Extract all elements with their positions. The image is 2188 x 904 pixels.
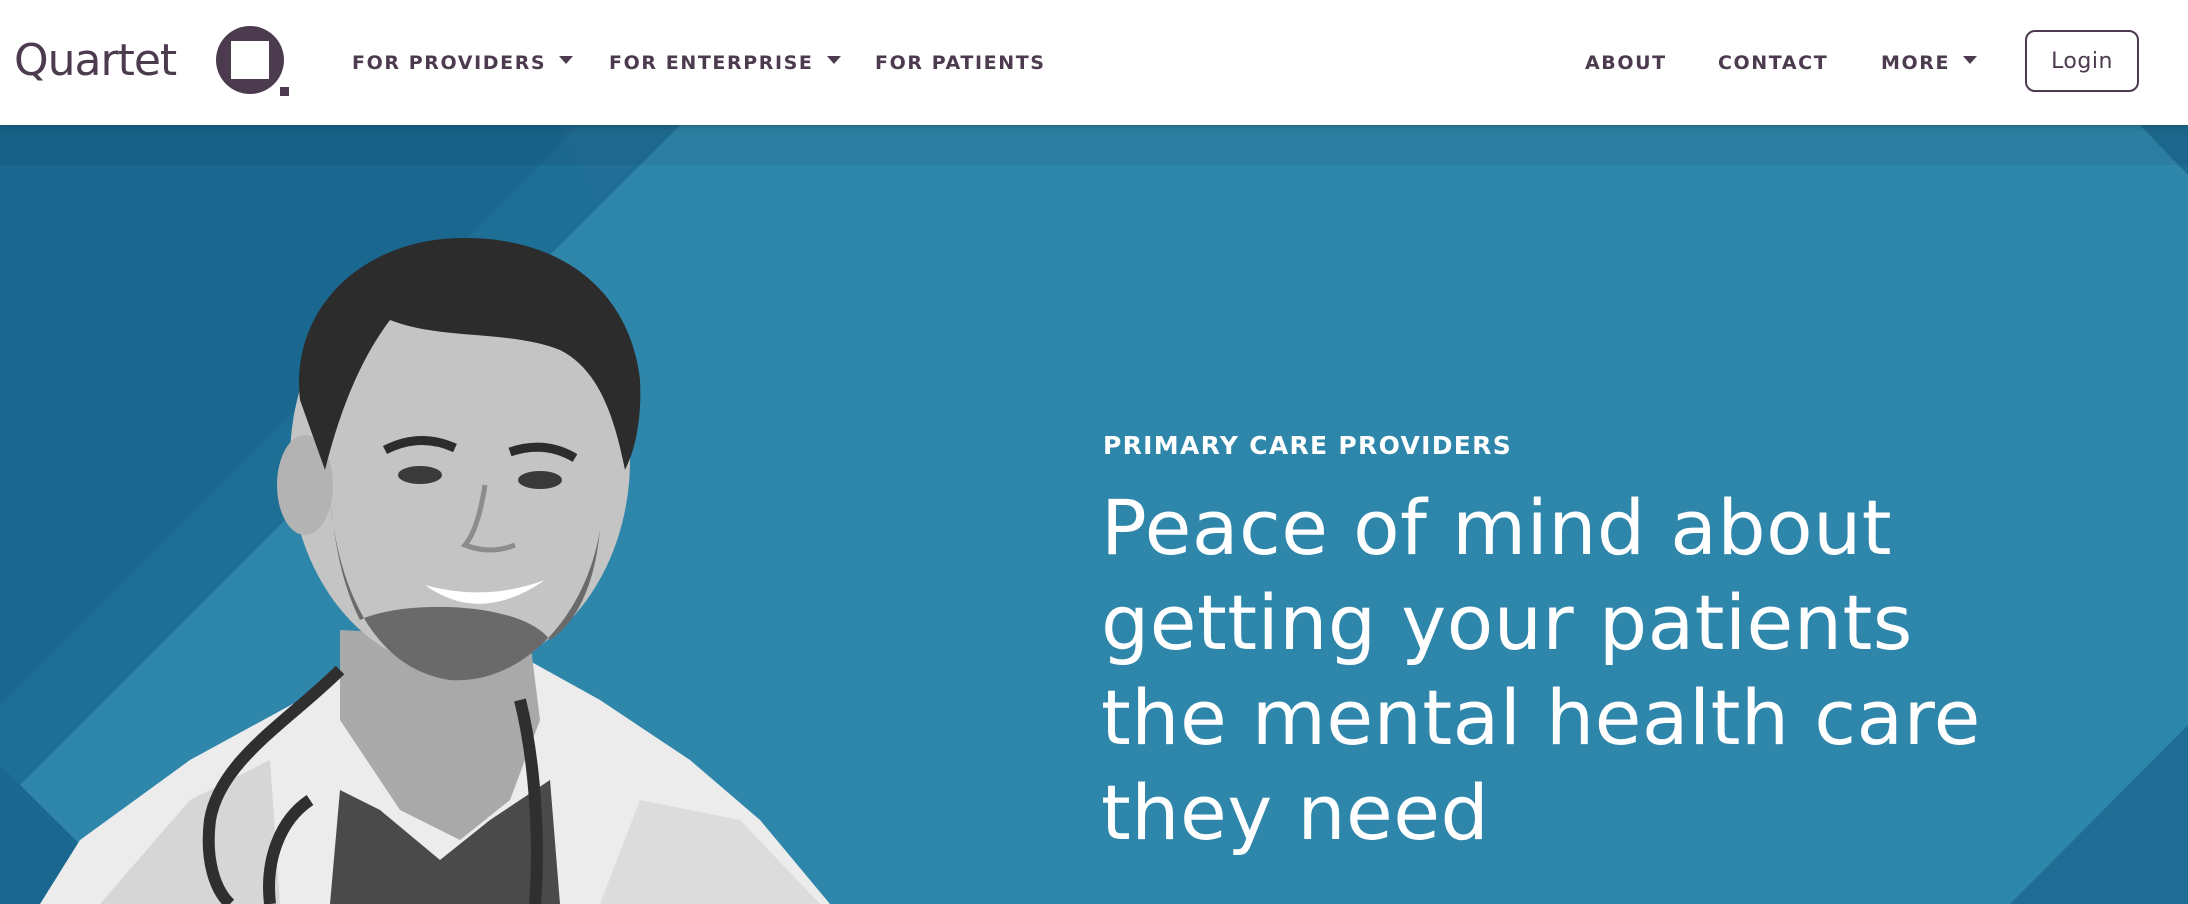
nav-for-enterprise[interactable]: FOR ENTERPRISE [609, 48, 841, 78]
hero-headline-line: getting your patients [1101, 578, 1913, 667]
logo[interactable]: Quartet [14, 20, 289, 100]
nav-for-providers[interactable]: FOR PROVIDERS [352, 48, 574, 78]
hero-headline-line: the mental health care [1101, 673, 1981, 762]
hero-headline-line: Peace of mind about [1101, 483, 1893, 572]
nav-more[interactable]: MORE [1881, 48, 1978, 78]
nav-for-enterprise-label: FOR ENTERPRISE [609, 52, 814, 74]
doctor-portrait-image [40, 237, 830, 904]
nav-more-label: MORE [1881, 52, 1951, 74]
chevron-down-icon [826, 56, 841, 64]
nav-for-patients[interactable]: FOR PATIENTS [875, 48, 1046, 78]
nav-for-providers-label: FOR PROVIDERS [352, 52, 547, 74]
chevron-down-icon [1963, 56, 1978, 64]
hero-headline-line: they need [1101, 768, 1490, 857]
nav-contact[interactable]: CONTACT [1718, 48, 1828, 78]
chevron-down-icon [559, 56, 574, 64]
nav-about[interactable]: ABOUT [1585, 48, 1667, 78]
login-button[interactable]: Login [2025, 30, 2139, 92]
hero-section: PRIMARY CARE PROVIDERS Peace of mind abo… [0, 125, 2188, 904]
hero-headline: Peace of mind about getting your patient… [1101, 480, 2121, 860]
site-header: Quartet FOR PROVIDERS FOR ENTERPRISE FOR… [0, 0, 2188, 125]
nav-contact-label: CONTACT [1718, 52, 1829, 74]
hero-eyebrow: PRIMARY CARE PROVIDERS [1103, 431, 1513, 460]
nav-for-patients-label: FOR PATIENTS [875, 52, 1046, 74]
nav-about-label: ABOUT [1585, 52, 1667, 74]
quartet-logo-icon [216, 26, 289, 96]
logo-wordmark: Quartet [14, 34, 177, 86]
